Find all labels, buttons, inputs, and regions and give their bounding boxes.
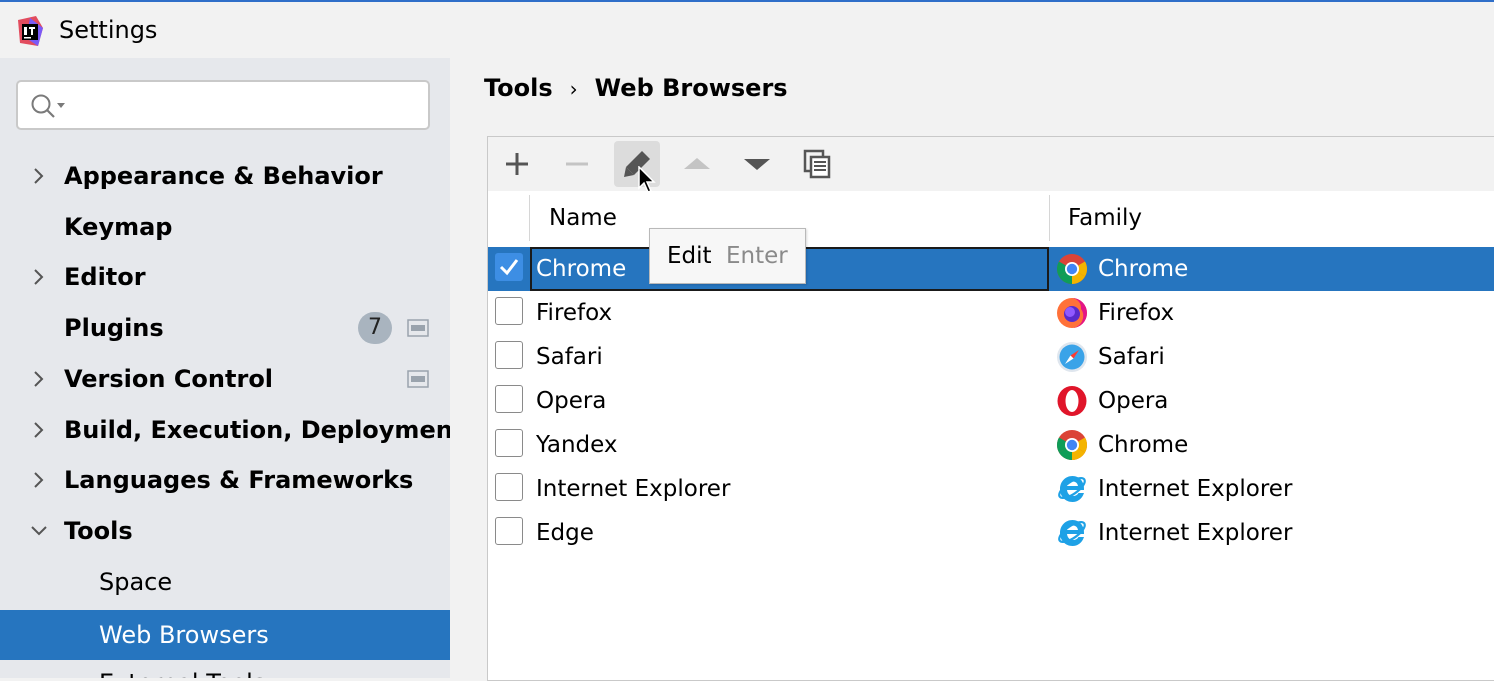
table-row[interactable]: Opera Opera xyxy=(488,379,1494,423)
breadcrumb: Tools › Web Browsers xyxy=(484,74,788,102)
sidebar-item-label: Web Browsers xyxy=(99,621,269,649)
sidebar-item-plugins[interactable]: Plugins 7 xyxy=(0,303,450,353)
sidebar-item-appearance-behavior[interactable]: Appearance & Behavior xyxy=(0,151,450,201)
chevron-right-icon[interactable] xyxy=(26,467,52,493)
browser-family: Safari xyxy=(1098,344,1165,370)
sidebar-item-keymap[interactable]: Keymap xyxy=(0,202,450,252)
sidebar-item-languages-frameworks[interactable]: Languages & Frameworks xyxy=(0,455,450,505)
opera-icon xyxy=(1057,386,1087,416)
safari-icon xyxy=(1057,342,1087,372)
sidebar-item-label: Editor xyxy=(64,263,146,291)
sidebar-item-label: Version Control xyxy=(64,365,274,393)
add-button[interactable] xyxy=(494,141,540,187)
row-enabled-checkbox[interactable] xyxy=(495,297,523,325)
settings-sidebar: Appearance & Behavior Keymap Editor Plug… xyxy=(0,58,450,678)
title-bar: Settings xyxy=(0,0,1494,62)
column-divider xyxy=(529,195,530,241)
browser-name[interactable]: Yandex xyxy=(536,423,618,467)
row-enabled-checkbox[interactable] xyxy=(495,429,523,457)
triangle-down-icon xyxy=(744,159,770,170)
browser-name[interactable]: Opera xyxy=(536,379,606,423)
browser-family: Internet Explorer xyxy=(1098,520,1293,546)
sidebar-item-tools[interactable]: Tools xyxy=(0,506,450,556)
chevron-right-icon[interactable] xyxy=(26,417,52,443)
chevron-right-icon[interactable] xyxy=(26,163,52,189)
chevron-down-icon[interactable] xyxy=(26,518,52,544)
browser-family: Chrome xyxy=(1098,256,1189,282)
remove-button[interactable] xyxy=(554,141,600,187)
copy-button[interactable] xyxy=(794,141,840,187)
table-row[interactable]: Chrome Chrome xyxy=(488,247,1494,291)
sidebar-item-label: Plugins xyxy=(64,314,164,342)
breadcrumb-parent[interactable]: Tools xyxy=(484,74,553,102)
checkmark-icon xyxy=(499,259,519,276)
chevron-right-icon[interactable] xyxy=(26,366,52,392)
window-title: Settings xyxy=(59,16,158,44)
sidebar-item-label: Keymap xyxy=(64,213,173,241)
browser-name[interactable]: Safari xyxy=(536,335,603,379)
edit-tooltip: Edit Enter xyxy=(649,228,806,284)
sidebar-item-label: Languages & Frameworks xyxy=(64,466,414,494)
sidebar-item-build-execution-deployment[interactable]: Build, Execution, Deployment xyxy=(0,405,450,455)
table-row[interactable]: Yandex Chrome xyxy=(488,423,1494,467)
browser-family: Opera xyxy=(1098,388,1169,414)
browser-family: Firefox xyxy=(1098,300,1175,326)
search-input[interactable] xyxy=(16,80,430,130)
row-enabled-checkbox[interactable] xyxy=(495,517,523,545)
breadcrumb-current: Web Browsers xyxy=(594,74,788,102)
plus-icon xyxy=(506,153,528,175)
row-enabled-checkbox[interactable] xyxy=(495,385,523,413)
chrome-icon xyxy=(1056,430,1088,460)
row-enabled-checkbox[interactable] xyxy=(495,473,523,501)
sidebar-item-external-tools[interactable]: External Tools xyxy=(0,658,450,678)
sidebar-item-label: Tools xyxy=(64,517,133,545)
tooltip-shortcut: Enter xyxy=(726,243,788,269)
copy-icon xyxy=(803,149,831,179)
sidebar-item-label: Build, Execution, Deployment xyxy=(64,416,450,444)
plugins-count-badge: 7 xyxy=(358,312,392,344)
browser-name[interactable]: Edge xyxy=(536,511,594,555)
tooltip-label: Edit xyxy=(667,243,712,269)
table-row[interactable]: Edge Internet Explorer xyxy=(488,511,1494,555)
sidebar-item-web-browsers[interactable]: Web Browsers xyxy=(0,610,450,660)
app-logo-icon xyxy=(18,16,43,46)
mouse-cursor-icon xyxy=(638,166,656,193)
sidebar-item-version-control[interactable]: Version Control xyxy=(0,354,450,404)
column-header-name[interactable]: Name xyxy=(549,191,617,245)
chevron-right-icon[interactable] xyxy=(26,264,52,290)
browser-name[interactable]: Firefox xyxy=(536,291,612,335)
table-header: Name Family xyxy=(488,191,1494,245)
chrome-icon xyxy=(1056,254,1088,284)
sidebar-item-space[interactable]: Space xyxy=(0,557,450,607)
sidebar-item-label: Space xyxy=(99,568,173,596)
browsers-panel: Name Family Chrome Chrome Firefox Firefo… xyxy=(487,136,1494,681)
sidebar-item-editor[interactable]: Editor xyxy=(0,252,450,302)
sidebar-item-label: External Tools xyxy=(99,658,265,678)
sidebar-item-label: Appearance & Behavior xyxy=(64,162,383,190)
browser-family: Internet Explorer xyxy=(1098,476,1293,502)
browser-family: Chrome xyxy=(1098,432,1189,458)
project-settings-icon xyxy=(407,370,429,388)
column-header-family[interactable]: Family xyxy=(1068,191,1142,245)
search-icon[interactable] xyxy=(30,93,70,119)
ie-icon xyxy=(1058,476,1086,502)
move-up-button[interactable] xyxy=(674,141,720,187)
table-row[interactable]: Firefox Firefox xyxy=(488,291,1494,335)
browser-name[interactable]: Chrome xyxy=(536,247,626,291)
column-divider[interactable] xyxy=(1049,195,1050,241)
triangle-up-icon xyxy=(684,158,710,169)
row-enabled-checkbox[interactable] xyxy=(495,253,523,281)
move-down-button[interactable] xyxy=(734,141,780,187)
firefox-icon xyxy=(1057,298,1087,328)
project-settings-icon xyxy=(407,319,429,337)
breadcrumb-separator: › xyxy=(569,77,578,101)
table-row[interactable]: Safari Safari xyxy=(488,335,1494,379)
settings-content: Tools › Web Browsers Name Family Chrome … xyxy=(450,58,1494,681)
table-row[interactable]: Internet Explorer Internet Explorer xyxy=(488,467,1494,511)
ie-icon xyxy=(1058,520,1086,546)
browser-name[interactable]: Internet Explorer xyxy=(536,467,730,511)
row-enabled-checkbox[interactable] xyxy=(495,341,523,369)
minus-icon xyxy=(566,162,588,166)
